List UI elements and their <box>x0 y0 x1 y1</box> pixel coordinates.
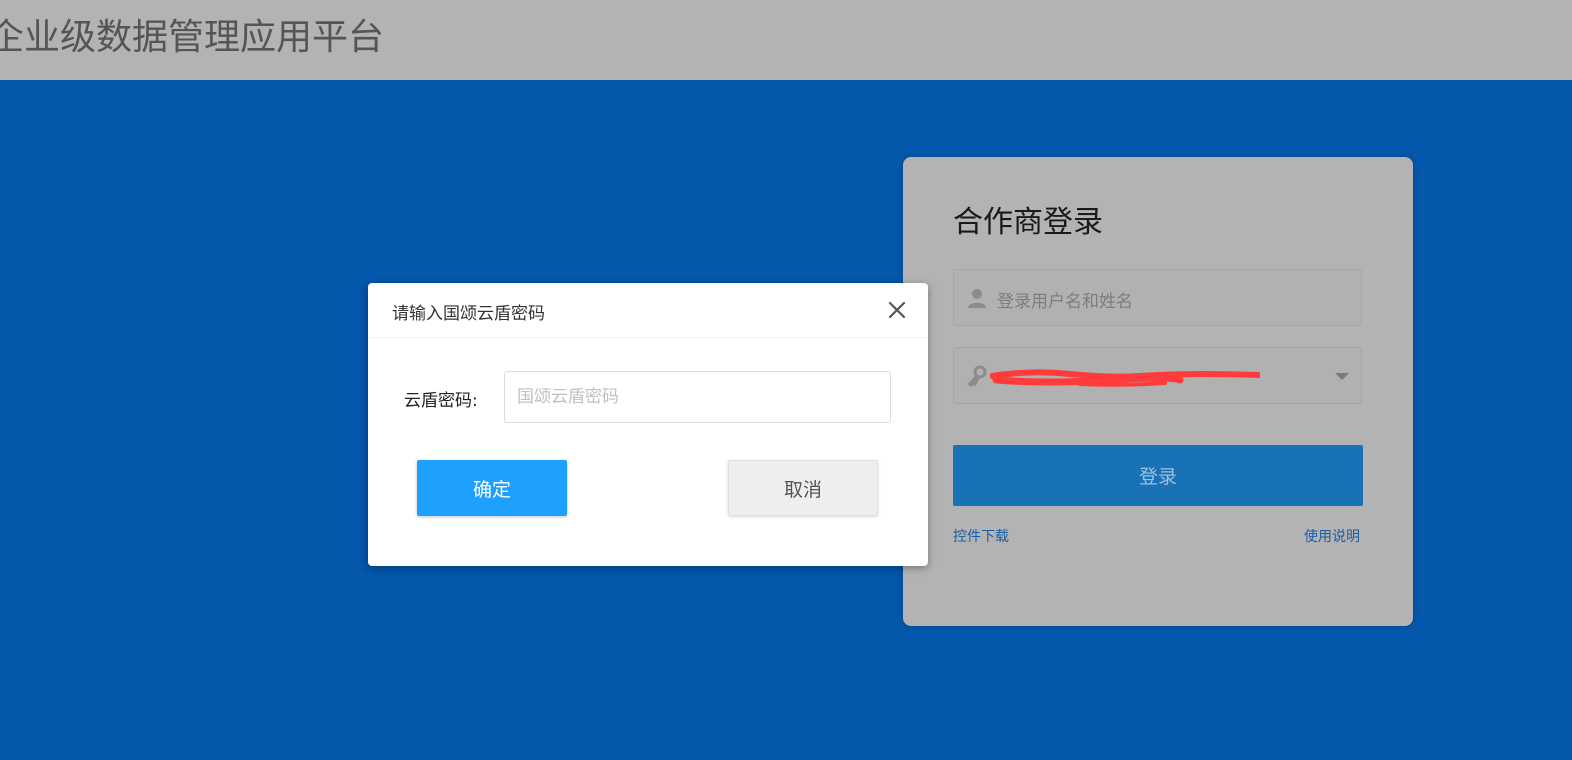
app-title: 企业级数据管理应用平台 <box>0 17 385 58</box>
control-download-link[interactable]: 控件下载 <box>953 526 1009 546</box>
redaction-scribble <box>990 369 1260 387</box>
password-dialog: 请输入国颂云盾密码 云盾密码: 确定 取消 <box>368 283 928 566</box>
caret-down-icon[interactable] <box>1335 373 1349 380</box>
dialog-title: 请输入国颂云盾密码 <box>392 304 545 324</box>
login-button[interactable]: 登录 <box>953 445 1363 506</box>
usage-help-link[interactable]: 使用说明 <box>1304 526 1360 546</box>
close-icon[interactable] <box>886 299 908 321</box>
top-header: 企业级数据管理应用平台 <box>0 0 1572 80</box>
user-icon <box>968 289 986 308</box>
login-card: 合作商登录 登录用户名和姓名 登录 控件下载 使用说明 <box>903 157 1413 626</box>
dialog-header: 请输入国颂云盾密码 <box>368 283 928 338</box>
username-field[interactable]: 登录用户名和姓名 <box>953 269 1362 326</box>
confirm-button[interactable]: 确定 <box>417 460 567 516</box>
password-field[interactable] <box>953 347 1362 404</box>
username-placeholder: 登录用户名和姓名 <box>997 292 1133 312</box>
key-icon <box>967 365 987 387</box>
cancel-button[interactable]: 取消 <box>728 460 878 516</box>
shield-password-input[interactable] <box>504 371 891 423</box>
password-label: 云盾密码: <box>404 391 478 411</box>
login-title: 合作商登录 <box>953 205 1103 240</box>
